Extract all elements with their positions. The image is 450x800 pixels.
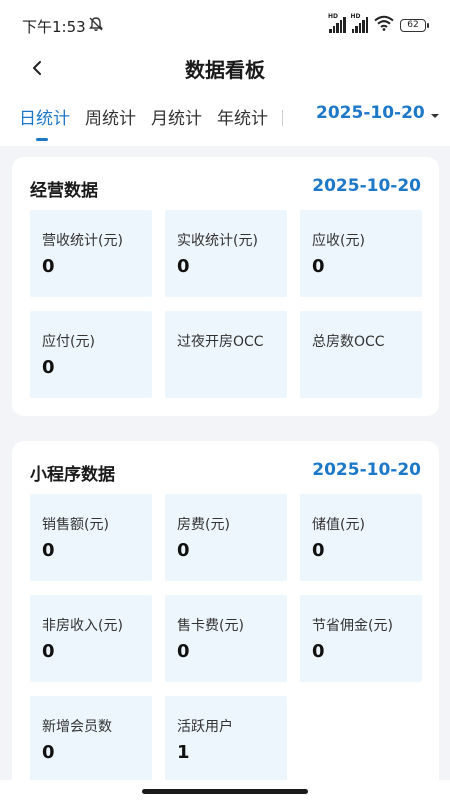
business-data-card: 经营数据 2025-10-20 营收统计(元) 0 实收统计(元) 0 应收(元… (12, 157, 439, 416)
date-picker-value: 2025-10-20 (316, 103, 425, 123)
tile-value: 0 (42, 357, 55, 378)
tile-value: 0 (42, 641, 55, 662)
tile-label: 销售额(元) (42, 517, 109, 533)
home-indicator[interactable] (142, 789, 308, 794)
tab-indicator (36, 138, 48, 141)
signal-icon: HD (328, 13, 346, 33)
stats-tabs: 日统计 周统计 月统计 年统计 2025-10-20 (0, 100, 450, 141)
tile-actual-received[interactable]: 实收统计(元) 0 (165, 210, 287, 297)
status-icons: HD HD 62 (328, 13, 429, 35)
tile-value: 0 (312, 540, 325, 561)
tile-payable[interactable]: 应付(元) 0 (30, 311, 152, 398)
tile-label: 应付(元) (42, 334, 95, 350)
tile-label: 房费(元) (177, 517, 230, 533)
tab-divider (282, 110, 283, 126)
tile-value: 0 (312, 256, 325, 277)
tile-value: 1 (177, 742, 190, 763)
tab-daily[interactable]: 日统计 (19, 104, 70, 129)
tile-label: 节省佣金(元) (312, 618, 393, 634)
tab-yearly[interactable]: 年统计 (217, 104, 268, 129)
tile-value: 0 (177, 641, 190, 662)
card-date: 2025-10-20 (312, 460, 421, 480)
card-title: 小程序数据 (30, 465, 115, 485)
tile-label: 应收(元) (312, 233, 365, 249)
tile-revenue[interactable]: 营收统计(元) 0 (30, 210, 152, 297)
tile-value: 0 (177, 256, 190, 277)
header-area: 下午1:53 HD HD 62 数据看板 日统计 周统计 月统计 年统计 202… (0, 0, 450, 146)
status-bar: 下午1:53 HD HD 62 (0, 0, 450, 48)
page-title: 数据看板 (185, 58, 265, 82)
tile-overnight-occ[interactable]: 过夜开房OCC (165, 311, 287, 398)
tile-active-users[interactable]: 活跃用户 1 (165, 696, 287, 783)
tile-value: 0 (177, 540, 190, 561)
signal-icon: HD (351, 13, 368, 33)
tab-monthly[interactable]: 月统计 (151, 104, 202, 129)
tile-stored-value[interactable]: 储值(元) 0 (300, 494, 422, 581)
tile-non-room-income[interactable]: 非房收入(元) 0 (30, 595, 152, 682)
tile-value: 0 (42, 742, 55, 763)
tile-sales[interactable]: 销售额(元) 0 (30, 494, 152, 581)
bell-off-icon (88, 16, 104, 36)
tile-label: 营收统计(元) (42, 233, 123, 249)
tile-receivable[interactable]: 应收(元) 0 (300, 210, 422, 297)
tile-saved-commission[interactable]: 节省佣金(元) 0 (300, 595, 422, 682)
tile-label: 储值(元) (312, 517, 365, 533)
wifi-icon (374, 15, 394, 35)
tile-card-sales[interactable]: 售卡费(元) 0 (165, 595, 287, 682)
tile-new-members[interactable]: 新增会员数 0 (30, 696, 152, 783)
nav-bar: 数据看板 (0, 48, 450, 88)
card-title: 经营数据 (30, 181, 98, 201)
tile-label: 活跃用户 (177, 719, 233, 735)
tile-label: 实收统计(元) (177, 233, 258, 249)
tile-label: 售卡费(元) (177, 618, 244, 634)
tile-label: 新增会员数 (42, 719, 112, 735)
date-picker[interactable]: 2025-10-20 (316, 103, 439, 123)
tile-room-fee[interactable]: 房费(元) 0 (165, 494, 287, 581)
tile-label: 总房数OCC (312, 334, 385, 350)
tile-value: 0 (312, 641, 325, 662)
battery-icon: 62 (400, 18, 429, 32)
tile-label: 过夜开房OCC (177, 334, 264, 350)
tile-value: 0 (42, 256, 55, 277)
status-time: 下午1:53 (22, 18, 86, 36)
card-date: 2025-10-20 (312, 176, 421, 196)
tab-weekly[interactable]: 周统计 (85, 104, 136, 129)
miniprogram-data-card: 小程序数据 2025-10-20 销售额(元) 0 房费(元) 0 储值(元) … (12, 441, 439, 800)
caret-down-icon (430, 104, 439, 123)
tile-value: 0 (42, 540, 55, 561)
tile-label: 非房收入(元) (42, 618, 123, 634)
tile-total-rooms-occ[interactable]: 总房数OCC (300, 311, 422, 398)
